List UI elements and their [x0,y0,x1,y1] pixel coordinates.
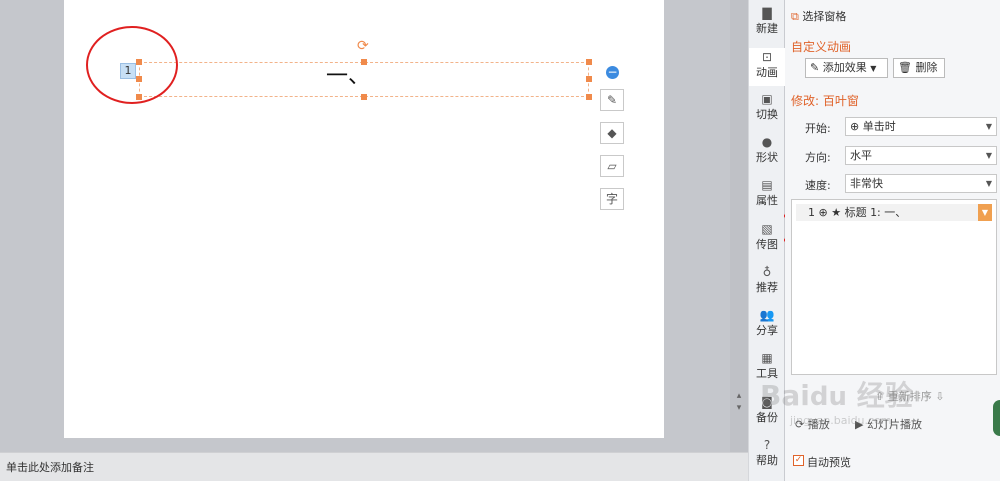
page-nav-arrows[interactable]: ▴ ▾ [733,390,745,414]
pencil-icon: ✎ [810,61,820,74]
selection-pane-link[interactable]: ⧉ 选择窗格 [791,8,846,24]
resize-handle[interactable] [361,94,367,100]
reorder-control[interactable]: ⇧ 重新排序 ⇩ [875,388,944,404]
chevron-down-icon: ▼ [985,179,992,188]
transition-icon: ▣ [761,92,773,106]
new-file-icon: ▇ [762,6,772,20]
slide-title-text[interactable]: 一、 [326,58,370,90]
chevron-down-icon: ▼ [985,122,992,131]
tab-new[interactable]: ▇ 新建 [749,6,785,42]
speed-select[interactable]: 非常快 ▼ [845,174,997,193]
resize-handle[interactable] [136,76,142,82]
start-select[interactable]: ⊕ 单击时 ▼ [845,117,997,136]
resize-handle[interactable] [586,94,592,100]
notes-bar[interactable]: 单击此处添加备注 [0,452,748,481]
chevron-down-icon: ▼ [985,151,992,160]
resize-handle[interactable] [586,59,592,65]
help-icon: ? [763,438,771,452]
fill-color-icon[interactable]: ◆ [600,122,624,144]
custom-animation-heading: 自定义动画 [791,40,852,54]
floating-widget[interactable] [993,400,1000,436]
upload-image-icon: ▧ [761,222,773,236]
mouse-icon: ⊕ [850,120,860,133]
vertical-scrollbar[interactable] [730,0,748,452]
arrow-down-icon: ⇩ [935,390,945,403]
auto-preview-label: 自动预览 [807,456,851,469]
tab-recommend[interactable]: ♁ 推荐 [749,265,785,301]
backup-icon: ◙ [761,395,773,409]
arrow-up-icon: ⇧ [875,390,885,403]
tab-tools[interactable]: ▦ 工具 [749,351,785,387]
animation-order-tag: 1 [120,63,136,79]
tab-backup[interactable]: ◙ 备份 [749,395,785,431]
custom-animation-pane: ⧉ 选择窗格 自定义动画 ✎ 添加效果 ▼ 🗑 删除 修改: 百叶窗 开始: ⊕… [785,0,1000,481]
tab-shape[interactable]: ● 形状 [749,135,785,171]
toolbox-icon: ▦ [761,351,773,365]
play-icon: ⟳ [795,418,805,431]
tab-transition[interactable]: ▣ 切换 [749,92,785,128]
chevron-down-icon: ▼ [870,64,877,73]
tab-properties[interactable]: ▤ 属性 [749,178,785,214]
tab-share[interactable]: 👥 分享 [749,308,785,344]
resize-handle[interactable] [136,59,142,65]
recommend-icon: ♁ [762,265,772,279]
slideshow-button[interactable]: ▶ 幻灯片播放 [855,416,922,434]
animation-list[interactable]: 1 ⊕ ★ 标题 1: 一、 ▼ [791,199,997,375]
play-button[interactable]: ⟳ 播放 [795,416,830,434]
outline-icon[interactable]: ▱ [600,155,624,177]
chevron-down-icon[interactable]: ▼ [978,204,992,221]
collapse-icon[interactable]: − [606,66,619,79]
modify-heading: 修改: 百叶窗 [791,94,859,108]
list-item[interactable]: 1 ⊕ ★ 标题 1: 一、 ▼ [796,204,992,221]
delete-button[interactable]: 🗑 删除 [893,58,945,78]
properties-icon: ▤ [761,178,773,192]
slideshow-icon: ▶ [855,418,864,431]
tab-upload-image[interactable]: ▧ 传图 [749,222,785,258]
tab-help[interactable]: ? 帮助 [749,438,785,474]
resize-handle[interactable] [586,76,592,82]
direction-select[interactable]: 水平 ▼ [845,146,997,165]
add-effect-button[interactable]: ✎ 添加效果 ▼ [805,58,888,78]
rotate-handle-icon[interactable]: ⟳ [357,39,369,53]
edit-shape-icon[interactable]: ✎ [600,89,624,111]
selection-pane-icon: ⧉ [791,10,799,23]
share-icon: 👥 [759,308,775,322]
side-tab-strip: ▇ 新建 ⊡ 动画 ▣ 切换 ● 形状 ▤ 属性 ▧ 传图 ♁ 推荐 👥 分享 ▦ 工具 ◙ 备份 … [748,0,785,481]
notes-placeholder: 单击此处添加备注 [6,461,94,474]
speed-label: 速度: [805,179,831,192]
tab-animation[interactable]: ⊡ 动画 [749,48,785,86]
animation-icon: ⊡ [761,50,773,64]
shape-icon: ● [761,135,773,149]
text-format-icon[interactable]: 字 [600,188,624,210]
start-label: 开始: [805,122,831,135]
auto-preview-checkbox[interactable]: ✓ [793,455,804,466]
direction-label: 方向: [805,151,831,164]
resize-handle[interactable] [136,94,142,100]
trash-icon: 🗑 [898,61,912,74]
